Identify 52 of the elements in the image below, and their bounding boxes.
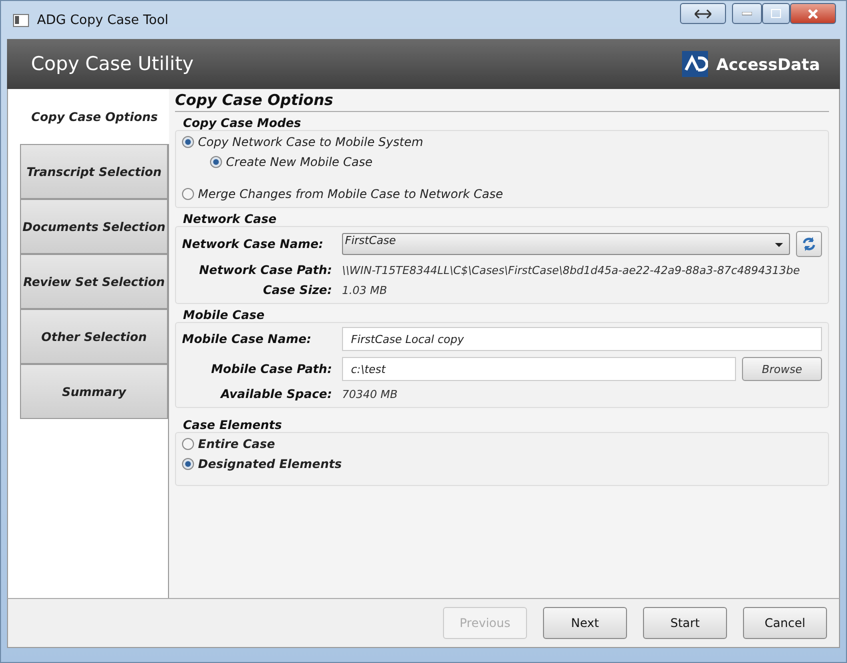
radio-label: Merge Changes from Mobile Case to Network Case <box>198 187 504 201</box>
case-size-value: 1.03 MB <box>342 284 388 296</box>
close-icon <box>807 8 819 18</box>
radio-label: Create New Mobile Case <box>226 155 372 169</box>
resize-button[interactable] <box>680 3 726 24</box>
refresh-icon <box>801 236 817 252</box>
sidebar-tab[interactable]: Documents Selection <box>20 199 168 254</box>
window-title: ADG Copy Case Tool <box>37 12 170 28</box>
radio-label: Copy Network Case to Mobile System <box>198 135 424 149</box>
app-icon <box>13 14 29 26</box>
dropdown-arrow-icon <box>775 243 783 247</box>
sidebar-tab[interactable]: Review Set Selection <box>20 254 168 309</box>
group-title: Network Case <box>182 212 278 226</box>
field-label: Available Space: <box>219 387 332 401</box>
case-path-field[interactable]: c:\test <box>342 357 736 381</box>
radio-button[interactable] <box>182 438 194 450</box>
group-title: Mobile Case <box>182 308 266 322</box>
maximize-icon <box>771 9 781 18</box>
radio-button[interactable] <box>182 136 194 148</box>
sidebar-tab[interactable]: Other Selection <box>20 309 168 364</box>
field-label: Mobile Case Name: <box>182 332 312 346</box>
field-label: Mobile Case Path: <box>210 362 332 376</box>
case-path-value: \\WIN-T15TE8344LL\C$\Cases\FirstCase\8bd1d45a-ae22-42a9-88a3-87c4894313be <box>342 264 801 276</box>
group-title: Case Elements <box>182 418 283 432</box>
app-title: Copy Case Utility <box>31 53 194 75</box>
sidebar-tab[interactable]: Transcript Selection <box>20 144 168 199</box>
brand-name: AccessData <box>716 54 820 74</box>
section-title: Copy Case Options <box>175 91 829 112</box>
wizard-button[interactable]: Cancel <box>743 607 827 639</box>
maximize-button[interactable] <box>762 3 790 24</box>
available-space-value: 70340 MB <box>342 388 399 400</box>
radio-label: Entire Case <box>198 437 276 451</box>
minimize-button[interactable] <box>732 3 762 24</box>
browse-button[interactable]: Browse <box>742 357 822 381</box>
minimize-icon <box>742 12 752 16</box>
radio-button[interactable] <box>182 188 194 200</box>
double-arrow-icon <box>694 8 712 18</box>
logo-icon <box>682 51 708 77</box>
radio-button[interactable] <box>182 458 194 470</box>
case-name-field[interactable]: FirstCase Local copy <box>342 327 822 351</box>
group-title: Copy Case Modes <box>182 116 302 130</box>
wizard-button[interactable]: Start <box>643 607 727 639</box>
radio-label: Designated Elements <box>198 457 342 471</box>
field-label: Network Case Path: <box>198 263 332 277</box>
refresh-button[interactable] <box>796 231 822 257</box>
sidebar-tab[interactable]: Summary <box>20 364 168 419</box>
close-button[interactable] <box>790 3 836 24</box>
case-name-dropdown[interactable]: FirstCase <box>342 233 790 255</box>
radio-button[interactable] <box>210 156 222 168</box>
wizard-button[interactable]: Next <box>543 607 627 639</box>
field-label: Case Size: <box>262 283 332 297</box>
field-label: Network Case Name: <box>182 237 324 251</box>
